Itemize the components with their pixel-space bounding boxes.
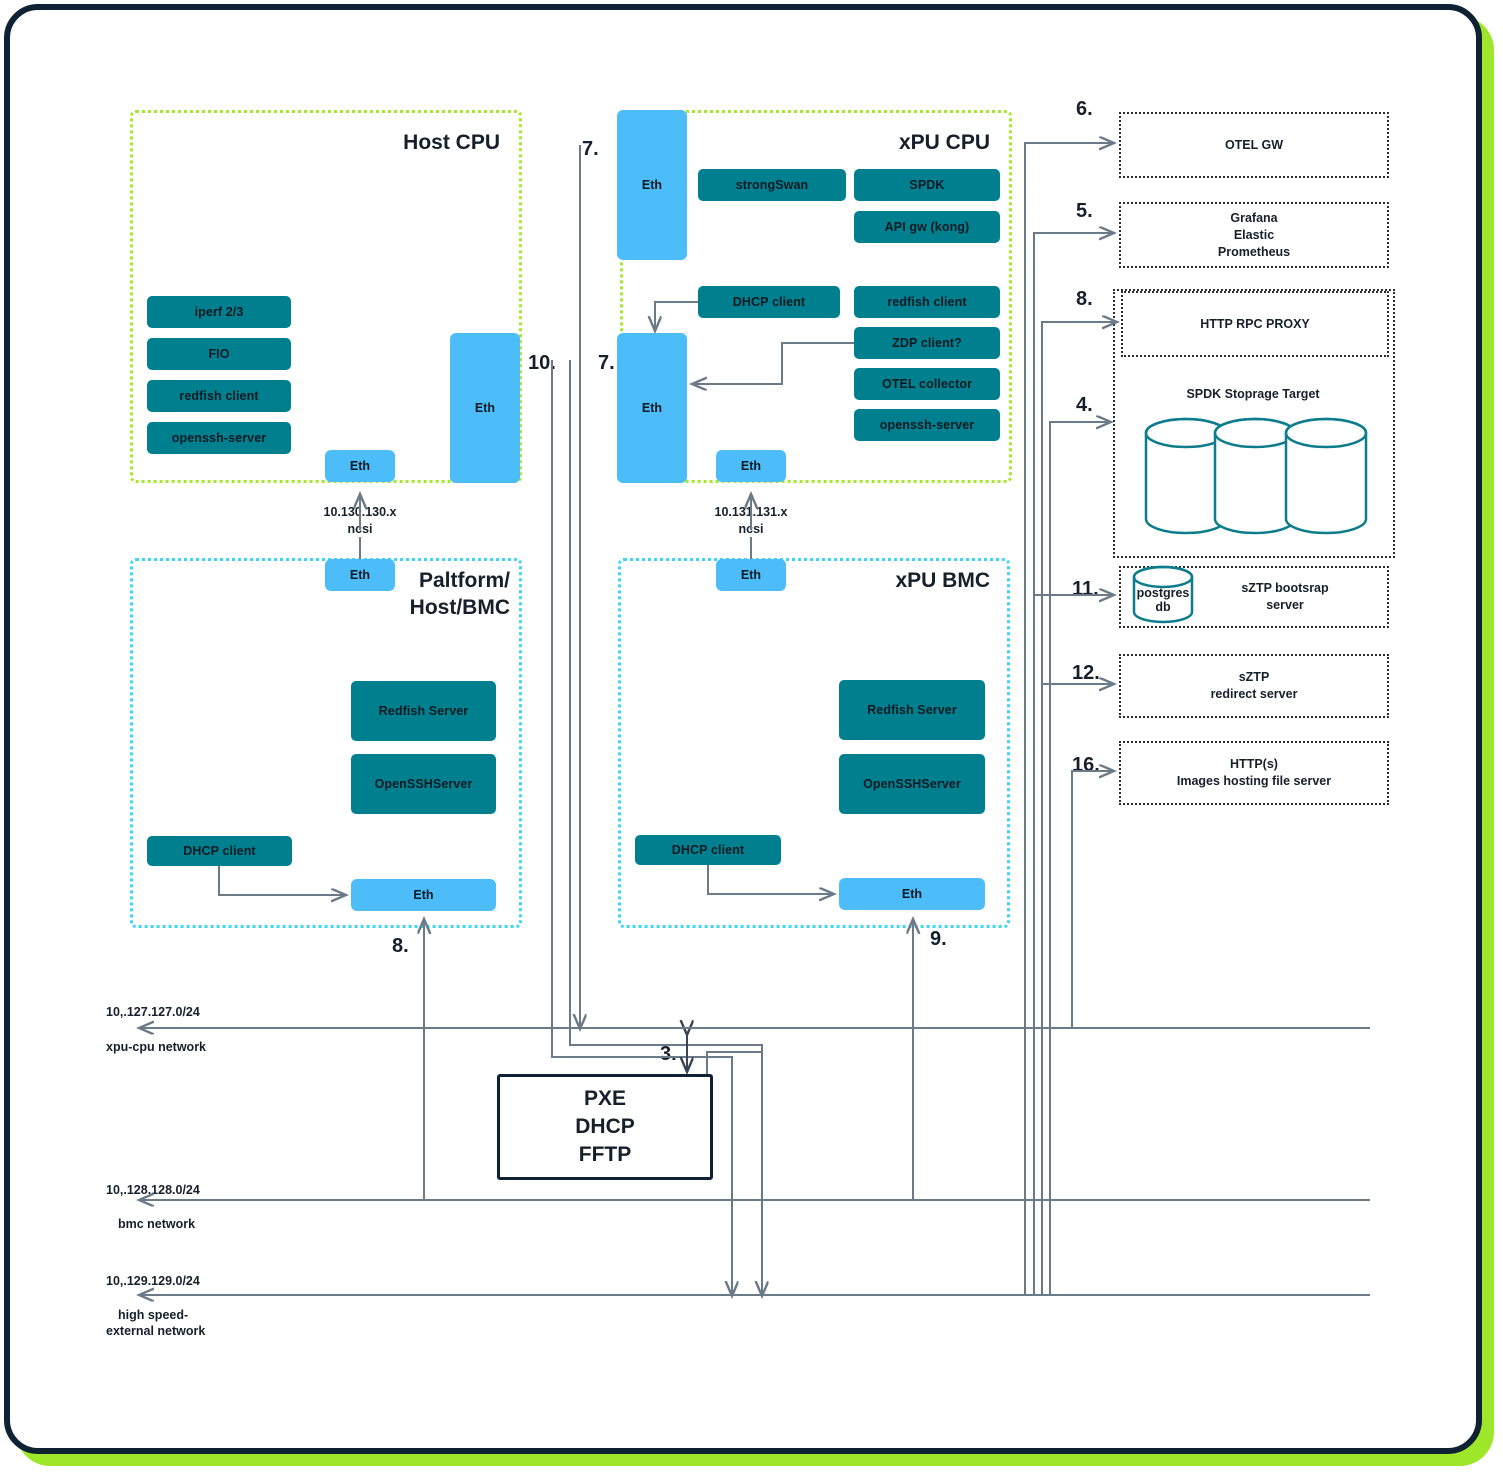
step-number-8-bottom: 8. [392,935,409,958]
chip-xpu-strongswan: strongSwan [698,169,846,201]
eth-xpu-cpu-highspeed: Eth [617,110,687,260]
step-number-7-mid: 7. [598,352,615,375]
step-number-12: 12. [1072,662,1100,685]
step-number-4: 4. [1076,394,1093,417]
pxe-line-pxe: PXE [584,1085,626,1113]
sztp-redirect-line2: redirect server [1211,686,1298,703]
network-3-cidr: 10,.129.129.0/24 [106,1273,200,1290]
sztp-bootstrap-line2: server [1241,597,1328,614]
platform-bmc-title-line2: Host/BMC [300,595,510,620]
step-number-10: 10. [528,352,556,375]
images-hosting-line2: Images hosting file server [1177,773,1331,790]
ncsi-xpu-ip: 10.131.131.x [676,504,826,521]
chip-xpu-bmc-openssh-server: OpenSSHServer [839,754,985,814]
network-2-name: bmc network [118,1216,195,1233]
diagram-canvas: Host CPU iperf 2/3 FIO redfish client op… [0,0,1503,1475]
service-sztp-bootstrap: sZTP bootsrap server [1119,566,1389,628]
chip-xpu-spdk: SPDK [854,169,1000,201]
xpu-bmc-title: xPU BMC [790,568,990,593]
service-images-hosting: HTTP(s) Images hosting file server [1119,741,1389,805]
pxe-line-dhcp: DHCP [575,1113,635,1141]
network-3-name-line2: external network [106,1323,205,1340]
service-sztp-redirect: sZTP redirect server [1119,654,1389,718]
eth-host-cpu-highspeed: Eth [450,333,520,483]
step-number-11: 11. [1072,578,1099,601]
eth-platform-bmc-network: Eth [351,879,496,911]
chip-platform-redfish-server: Redfish Server [351,681,496,741]
service-otel-gw: OTEL GW [1119,112,1389,178]
network-3-name-line1: high speed- [118,1307,188,1324]
ncsi-host-proto: ncsi [285,521,435,538]
chip-xpu-bmc-dhcp-client: DHCP client [635,835,781,865]
service-http-rpc-proxy: HTTP RPC PROXY [1121,291,1389,357]
eth-xpu-bmc-ncsi: Eth [716,559,786,591]
sztp-bootstrap-line1: sZTP bootsrap [1241,580,1328,597]
chip-host-redfish-client: redfish client [147,380,291,412]
images-hosting-line1: HTTP(s) [1177,756,1331,773]
eth-xpu-bmc-network: Eth [839,878,985,910]
chip-platform-openssh-server: OpenSSHServer [351,754,496,814]
eth-xpu-cpu-external: Eth [617,333,687,483]
chip-xpu-redfish-client: redfish client [854,286,1000,318]
ncsi-xpu-proto: ncsi [676,521,826,538]
xpu-cpu-title: xPU CPU [790,130,990,155]
chip-host-iperf: iperf 2/3 [147,296,291,328]
step-number-16: 16. [1072,754,1100,777]
eth-platform-bmc-ncsi: Eth [325,559,395,591]
step-number-7-top: 7. [582,138,599,161]
eth-xpu-cpu-ncsi: Eth [716,450,786,482]
chip-xpu-zdp-client: ZDP client? [854,327,1000,359]
sztp-redirect-line1: sZTP [1211,669,1298,686]
service-observability: Grafana Elastic Prometheus [1119,202,1389,268]
ncsi-host-ip: 10.130.130.x [285,504,435,521]
step-number-5: 5. [1076,200,1093,223]
observability-line-prometheus: Prometheus [1218,244,1290,261]
step-number-8-right: 8. [1076,288,1093,311]
chip-platform-dhcp-client: DHCP client [147,836,292,866]
observability-line-elastic: Elastic [1218,227,1290,244]
host-cpu-title: Host CPU [300,130,500,155]
step-number-6: 6. [1076,98,1093,121]
pxe-line-fftp: FFTP [579,1141,632,1169]
spdk-storage-target-title: SPDK Stoprage Target [1121,386,1385,403]
chip-xpu-openssh-server: openssh-server [854,409,1000,441]
chip-host-fio: FIO [147,338,291,370]
group-xpu-bmc [618,558,1010,928]
chip-xpu-otel-collector: OTEL collector [854,368,1000,400]
chip-host-openssh-server: openssh-server [147,422,291,454]
chip-xpu-api-gw: API gw (kong) [854,211,1000,243]
observability-line-grafana: Grafana [1218,210,1290,227]
step-number-9: 9. [930,928,947,951]
step-number-3: 3. [660,1043,677,1066]
pxe-dhcp-tftp-box: PXE DHCP FFTP [497,1074,713,1180]
eth-host-cpu-ncsi: Eth [325,450,395,482]
network-1-cidr: 10,.127.127.0/24 [106,1004,200,1021]
chip-xpu-dhcp-client: DHCP client [698,286,840,318]
network-1-name: xpu-cpu network [106,1039,206,1056]
network-2-cidr: 10,.128.128.0/24 [106,1182,200,1199]
chip-xpu-bmc-redfish-server: Redfish Server [839,680,985,740]
